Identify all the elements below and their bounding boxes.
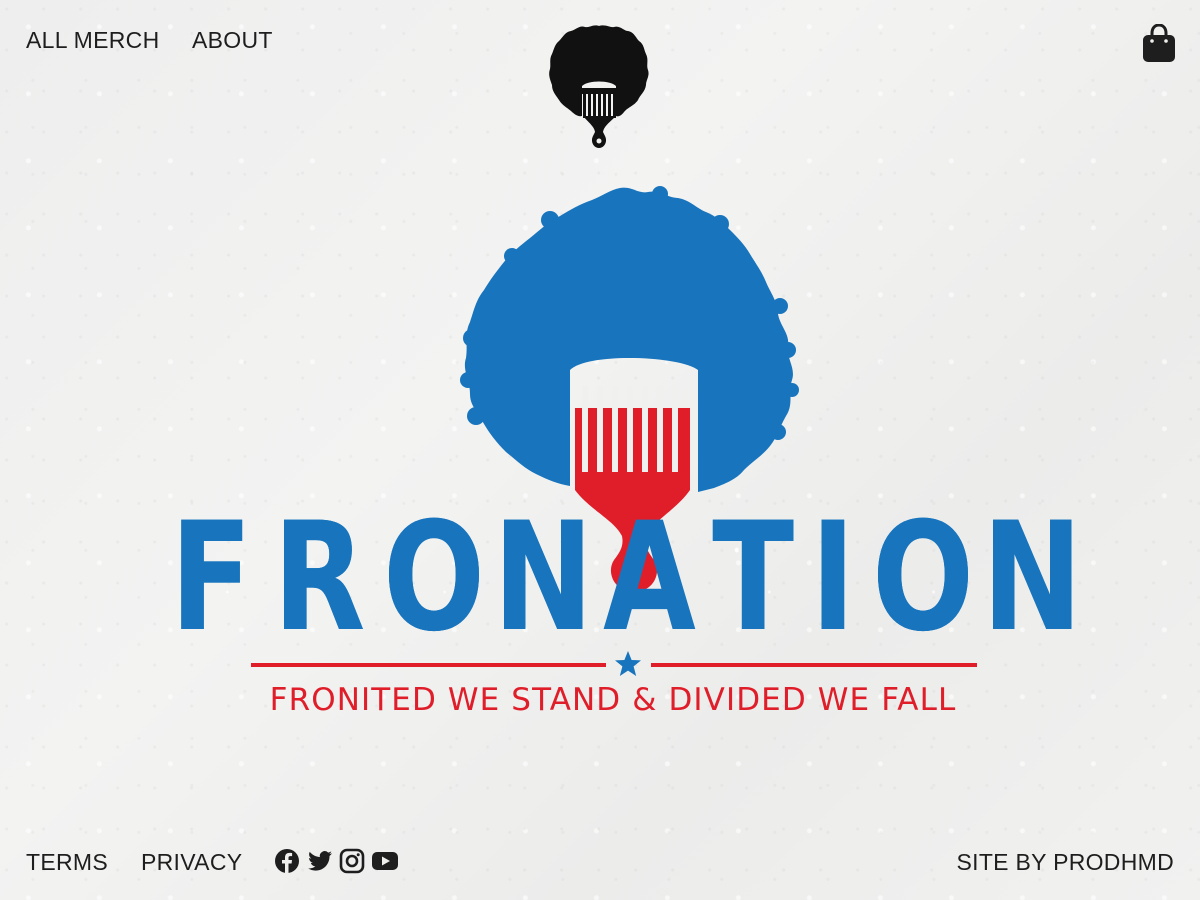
- youtube-icon[interactable]: [371, 848, 399, 874]
- tagline-rule-left: [251, 663, 606, 667]
- footer-privacy-link[interactable]: PRIVACY: [141, 848, 242, 876]
- brand-letter: O: [383, 491, 486, 665]
- tagline-rule-right: [651, 663, 977, 667]
- brand-letter: F: [170, 491, 253, 665]
- nav-all-merch-link[interactable]: ALL MERCH: [26, 26, 160, 54]
- brand-letter: N: [981, 491, 1083, 665]
- brand-tagline: FRONITED WE STAND & DIVIDED WE FALL: [269, 682, 957, 718]
- footer-terms-link[interactable]: TERMS: [26, 848, 108, 876]
- brand-letter: T: [712, 491, 795, 665]
- footer-credit-link[interactable]: SITE BY PRODHMD: [957, 848, 1175, 876]
- brand-letter: O: [871, 491, 974, 665]
- star-icon: [615, 651, 641, 676]
- brand-letter: I: [810, 491, 856, 665]
- brand-letter: R: [273, 491, 366, 665]
- brand-wordmark: F R O N A T I O N: [160, 491, 1082, 665]
- instagram-icon[interactable]: [339, 848, 365, 874]
- twitter-icon[interactable]: [307, 848, 333, 874]
- brand-letter: N: [493, 491, 594, 665]
- facebook-icon[interactable]: [274, 848, 300, 874]
- afro-pick-logo-icon[interactable]: [548, 22, 650, 150]
- shopping-bag-icon[interactable]: [1142, 24, 1176, 64]
- nav-about-link[interactable]: ABOUT: [192, 26, 273, 54]
- brand-letter-pick-slot: A: [603, 491, 697, 665]
